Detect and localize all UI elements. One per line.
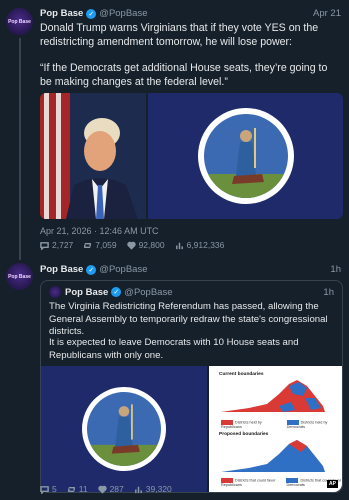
virginia-flag-image[interactable] xyxy=(148,93,343,219)
views-button[interactable]: 6,912,336 xyxy=(175,240,224,250)
quoted-author-handle: @PopBase xyxy=(124,286,173,298)
comment-icon xyxy=(40,485,49,494)
tweet-time[interactable]: Apr 21 xyxy=(313,8,341,19)
seal-icon xyxy=(82,387,166,471)
map-legend: Districts held by Republicans Districts … xyxy=(221,420,328,429)
proposed-map xyxy=(221,440,325,472)
quoted-header: Pop Base ✓ @PopBase 1h xyxy=(49,286,334,298)
like-button[interactable]: 287 xyxy=(97,484,124,494)
retweet-icon xyxy=(67,486,75,492)
quoted-text-paragraph: It is expected to leave Democrats with 1… xyxy=(49,337,299,361)
current-map xyxy=(221,380,325,412)
tweet-quote-text: “If the Democrats get additional House s… xyxy=(40,62,328,88)
avatar[interactable]: Pop Base xyxy=(6,263,33,290)
heart-icon xyxy=(126,241,136,250)
thread-connector xyxy=(19,38,21,260)
like-button[interactable]: 92,800 xyxy=(126,240,165,250)
ap-logo: AP xyxy=(327,480,338,488)
engagement-bar: 5 11 287 39,320 xyxy=(40,484,172,494)
author-handle[interactable]: @PopBase xyxy=(99,264,147,275)
quoted-tweet[interactable]: Pop Base ✓ @PopBase 1h The Virginia Redi… xyxy=(40,280,343,493)
chart-icon xyxy=(134,486,142,493)
quoted-time: 1h xyxy=(323,286,334,298)
district-map-image[interactable]: Current boundaries Districts held by Rep… xyxy=(209,366,342,492)
author-name[interactable]: Pop Base xyxy=(40,8,83,19)
quoted-text-paragraph: The Virginia Redistricting Referendum ha… xyxy=(49,301,328,337)
engagement-bar: 2,727 7,059 92,800 6,912,336 xyxy=(40,240,224,250)
reply-button[interactable]: 5 xyxy=(40,484,57,494)
tweet-header: Pop Base ✓ @PopBase 1h xyxy=(40,264,341,275)
virginia-flag-image[interactable] xyxy=(41,366,207,492)
media-grid[interactable] xyxy=(40,93,343,219)
reply-button[interactable]: 2,727 xyxy=(40,240,73,250)
verified-icon: ✓ xyxy=(86,264,97,275)
portrait-illustration xyxy=(40,93,146,219)
map-label-current: Current boundaries xyxy=(219,372,264,377)
verified-icon: ✓ xyxy=(111,287,122,297)
quoted-avatar xyxy=(49,286,61,298)
portrait-photo[interactable] xyxy=(40,93,146,219)
tweet-text: Donald Trump warns Virginians that if th… xyxy=(40,22,342,89)
retweet-icon xyxy=(84,242,92,248)
quoted-author-name: Pop Base xyxy=(65,286,109,298)
retweet-button[interactable]: 11 xyxy=(67,484,88,494)
views-button[interactable]: 39,320 xyxy=(134,484,172,494)
author-handle[interactable]: @PopBase xyxy=(99,8,147,19)
tweet-text-line: Donald Trump warns Virginians that if th… xyxy=(40,22,319,48)
quoted-media-grid[interactable]: Current boundaries Districts held by Rep… xyxy=(41,366,342,492)
heart-icon xyxy=(97,485,107,494)
verified-icon: ✓ xyxy=(86,8,97,19)
comment-icon xyxy=(40,241,49,250)
author-name[interactable]: Pop Base xyxy=(40,264,83,275)
seal-icon xyxy=(197,108,294,204)
retweet-button[interactable]: 7,059 xyxy=(83,240,117,250)
avatar[interactable]: Pop Base xyxy=(6,8,33,35)
tweet-timestamp[interactable]: Apr 21, 2026 · 12:46 AM UTC xyxy=(40,226,159,236)
map-label-proposed: Proposed boundaries xyxy=(219,432,269,437)
chart-icon xyxy=(175,242,183,249)
map-legend: Districts that could favor Republicans D… xyxy=(221,478,341,487)
tweet-header: Pop Base ✓ @PopBase Apr 21 xyxy=(40,8,341,19)
tweet-time[interactable]: 1h xyxy=(330,264,341,275)
